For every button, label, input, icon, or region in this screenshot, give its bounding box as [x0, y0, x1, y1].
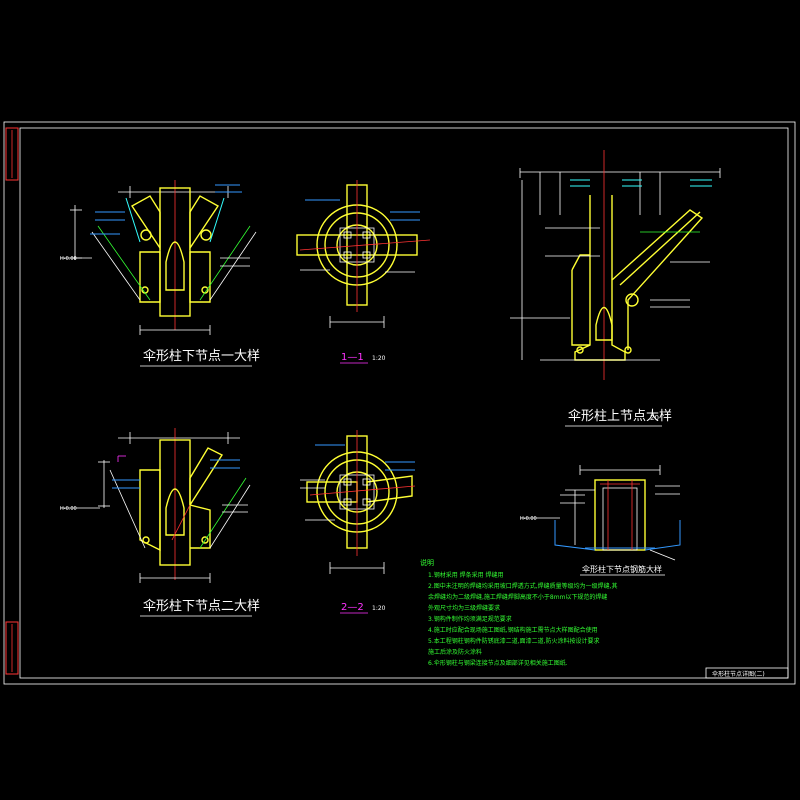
sheet-border-outer — [3, 121, 796, 685]
elevation-mark-3: H-0.00 — [520, 516, 537, 522]
note-item: 1.钢材采用 焊条采用 焊缝用 — [428, 571, 504, 579]
note-item: 外观尺寸均为三级焊缝要求 — [428, 604, 500, 612]
elevation-mark-1: H-0.00 — [60, 256, 77, 262]
title-block-text: 伞形柱节点详图(二) — [712, 670, 765, 678]
upper-node-detail — [510, 150, 721, 380]
section-label-2-2: 2—2 — [341, 602, 364, 613]
view-title-lower-node-1: 伞形柱下节点一大样 — [143, 348, 260, 364]
lower-node-1-detail — [60, 180, 257, 335]
note-item: 余焊缝均为二级焊缝,施工焊缝焊脚高度不小于8mm以下规范的焊缝 — [428, 593, 607, 601]
section-scale-1-1: 1:20 — [372, 355, 386, 362]
section-scale-2-2: 1:20 — [372, 605, 386, 612]
upper-node-scale: 20 — [650, 414, 659, 422]
view-title-base-section: 伞形柱下节点钢筋大样 — [582, 564, 662, 574]
section-label-1-1: 1—1 — [341, 352, 364, 363]
view-title-lower-node-2: 伞形柱下节点二大样 — [143, 598, 260, 614]
section-2-2-detail — [300, 430, 416, 574]
lower-node-2-detail — [60, 428, 251, 583]
note-item: 施工后涂及防火涂料 — [428, 648, 482, 656]
section-1-1-detail — [296, 180, 431, 328]
cad-drawing: 伞形柱节点详图(二) H-0.00 伞形柱下节点一大样 1—1 1:20 伞形柱… — [3, 121, 796, 685]
general-notes: 说明 1.钢材采用 焊条采用 焊缝用 2.图中未注明的焊缝均采用坡口焊透方式,焊… — [420, 558, 618, 667]
note-item: 6.伞形钢柱与钢梁连接节点及细部详见相关施工图纸. — [428, 659, 568, 667]
note-item: 2.图中未注明的焊缝均采用坡口焊透方式,焊缝质量等级均为一级焊缝,其 — [428, 582, 618, 590]
notes-heading: 说明 — [420, 558, 434, 567]
elevation-mark-2: H-0.00 — [60, 506, 77, 512]
note-item: 5.本工程钢柱钢构件防锈底漆二道,面漆二道,防火涂料按设计要求 — [428, 637, 600, 645]
base-section-detail — [520, 465, 681, 561]
note-item: 4.施工时应配合现场施工图纸,钢结构施工需节点大样图配合使用 — [428, 626, 598, 634]
note-item: 3.钢构件制作均须满足规范要求 — [428, 615, 512, 623]
